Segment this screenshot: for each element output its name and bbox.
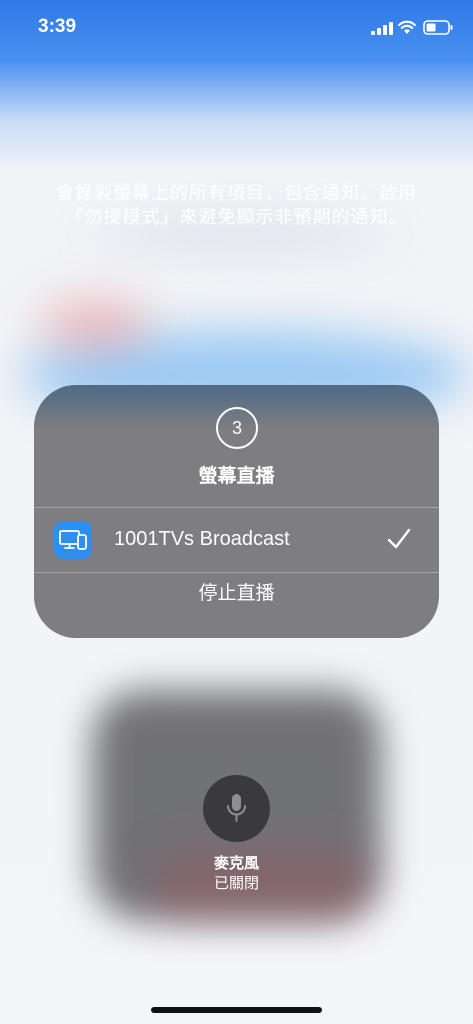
screen-broadcast-sheet: 3 螢幕直播 1001TVs Broadcast 停止直播 [34, 385, 439, 638]
broadcast-app-icon [54, 521, 92, 559]
countdown-badge: 3 [216, 407, 258, 449]
checkmark-icon [387, 528, 411, 549]
microphone-status: 已關閉 [213, 874, 259, 892]
microphone-label: 麥克風 [213, 854, 259, 872]
status-bar: 3:39 [0, 0, 473, 58]
recording-warning-text: 會錄製螢幕上的所有項目，包含通知。啟用「勿擾模式」來避免顯示非預期的通知。 [56, 183, 417, 228]
broadcast-option-label: 1001TVs Broadcast [114, 528, 290, 550]
battery-icon [423, 20, 453, 35]
background-blur-red [40, 300, 150, 350]
broadcast-option-row[interactable]: 1001TVs Broadcast [34, 508, 439, 572]
cellular-signal-icon [371, 22, 393, 35]
status-time: 3:39 [38, 16, 77, 37]
wifi-icon [398, 20, 416, 34]
microphone-toggle-button[interactable] [203, 775, 270, 842]
sheet-title: 螢幕直播 [198, 465, 275, 487]
stop-broadcast-button[interactable]: 停止直播 [34, 573, 439, 638]
microphone-icon [227, 794, 246, 822]
home-indicator[interactable] [151, 1007, 322, 1013]
